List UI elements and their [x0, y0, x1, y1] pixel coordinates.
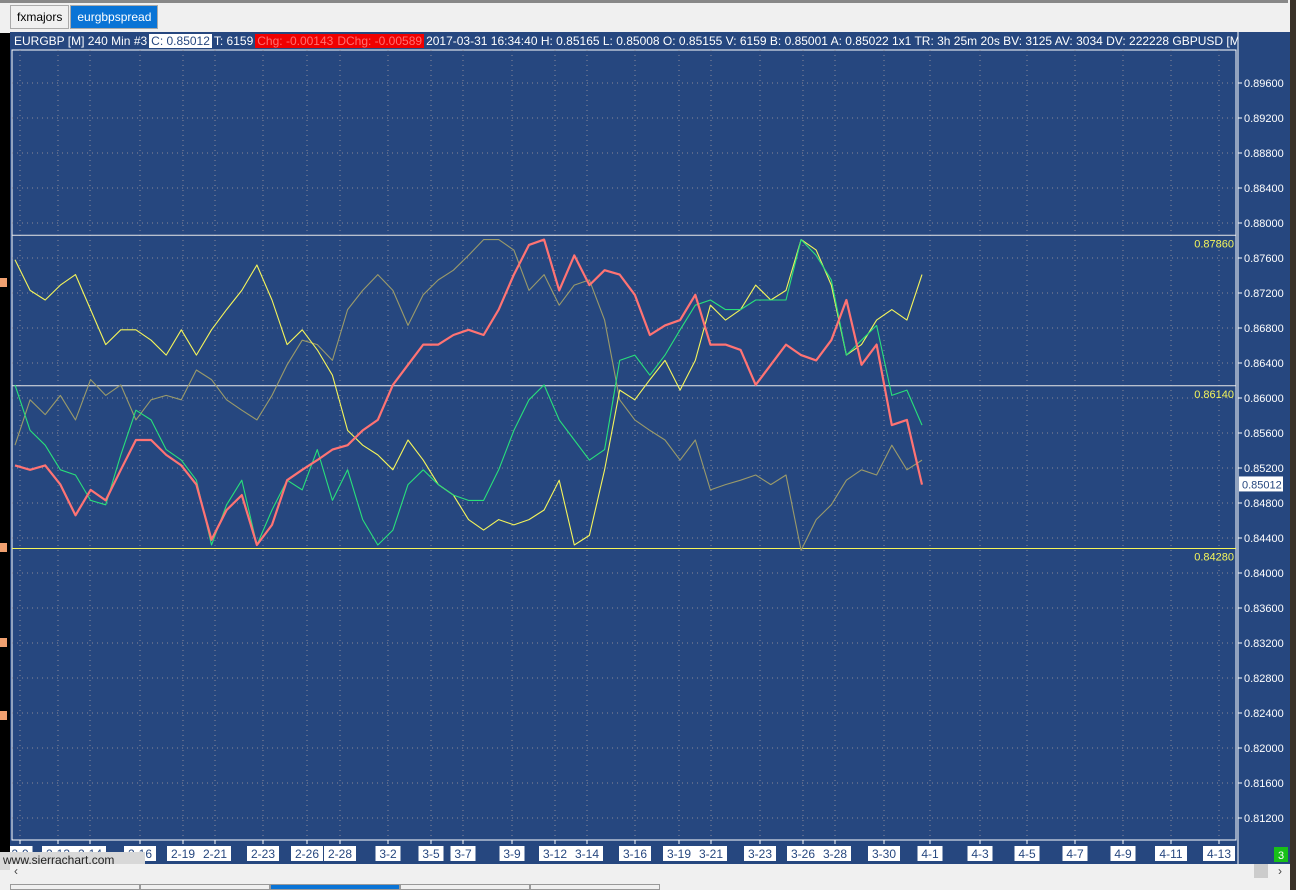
y-tick-label: 0.84800	[1244, 498, 1284, 510]
scroll-thumb[interactable]	[1254, 864, 1268, 878]
series-line-green	[14, 239, 923, 546]
x-tick-label: 3-21	[699, 847, 723, 861]
horizontal-line-label: 0.84280	[1194, 552, 1234, 564]
y-tick-label: 0.89600	[1244, 78, 1284, 90]
y-tick-label: 0.83600	[1244, 603, 1284, 615]
plot-border	[11, 49, 1237, 841]
x-tick-label: 2-26	[295, 847, 319, 861]
x-tick-label: 4-1	[921, 847, 939, 861]
x-tick-label: 4-9	[1114, 847, 1132, 861]
y-tick-label: 0.86400	[1244, 358, 1284, 370]
change-value: Chg: -0.00143	[255, 34, 336, 48]
y-tick-label: 0.84000	[1244, 568, 1284, 580]
y-tick-label: 0.88800	[1244, 148, 1284, 160]
price-tag-marker	[0, 711, 7, 720]
horizontal-line-label: 0.87860	[1194, 238, 1234, 250]
y-tick-label: 0.81600	[1244, 778, 1284, 790]
horizontal-scrollbar[interactable]: ‹ ›	[10, 864, 1288, 880]
x-tick-label: 3-23	[748, 847, 772, 861]
x-tick-label: 3-7	[454, 847, 472, 861]
y-tick-label: 0.86000	[1244, 393, 1284, 405]
y-tick-label: 0.84400	[1244, 533, 1284, 545]
price-tag-marker	[0, 543, 7, 552]
tab-fxmajors[interactable]: fxmajors	[10, 5, 70, 29]
y-tick-label: 0.82800	[1244, 673, 1284, 685]
chartbook-tabs: fxmajors eurgbpspread	[10, 5, 159, 29]
bottom-tab[interactable]	[270, 884, 400, 890]
tab-eurgbpspread[interactable]: eurgbpspread	[70, 5, 159, 29]
daily-change-value: DChg: -0.00589	[335, 34, 425, 48]
window-border	[0, 0, 1288, 3]
bottom-tab[interactable]	[140, 884, 270, 890]
price-chart[interactable]: 0.89600 0.89200 0.88800 0.88400 0.88000 0.876…	[10, 32, 1290, 864]
close-value: C: 0.85012	[149, 34, 212, 48]
bottom-tab[interactable]	[400, 884, 530, 890]
x-tick-label: 4-7	[1066, 847, 1084, 861]
corner-badge: 3	[1278, 850, 1284, 862]
x-tick-label: 2-19	[171, 847, 195, 861]
y-tick-label: 0.87200	[1244, 288, 1284, 300]
series-line-yellow	[14, 239, 923, 546]
y-tick-label: 0.86800	[1244, 323, 1284, 335]
x-tick-label: 3-30	[872, 847, 896, 861]
adjacent-chart-strip	[0, 33, 10, 863]
desktop-edge	[1290, 0, 1296, 890]
series-line-gray	[14, 239, 923, 551]
y-tick-label: 0.88400	[1244, 183, 1284, 195]
x-tick-label: 4-11	[1159, 847, 1182, 861]
bottom-tab[interactable]	[10, 884, 140, 890]
trades-value: T: 6159	[213, 34, 254, 48]
price-tag-marker	[0, 638, 7, 647]
y-tick-label: 0.81200	[1244, 813, 1284, 825]
chart-info-bar: EURGBP [M] 240 Min #3 C: 0.85012 T: 6159…	[12, 33, 1238, 49]
x-tick-label: 3-19	[667, 847, 691, 861]
price-tag-marker	[0, 278, 7, 287]
x-tick-label: 3-28	[823, 847, 847, 861]
x-tick-label: 3-12	[543, 847, 567, 861]
y-tick-label: 0.82000	[1244, 743, 1284, 755]
x-tick-label: 4-13	[1207, 847, 1231, 861]
series-line-eurgbp	[14, 238, 924, 547]
x-tick-label: 3-5	[422, 847, 440, 861]
chart-canvas[interactable]: 0.89600 0.89200 0.88800 0.88400 0.88000 0.876…	[10, 32, 1290, 864]
bottom-tab[interactable]	[530, 884, 660, 890]
bar-details: 2017-03-31 16:34:40 H: 0.85165 L: 0.8500…	[426, 34, 1238, 48]
bottom-tab-strip	[10, 884, 1288, 890]
scroll-left-icon[interactable]: ‹	[14, 864, 18, 878]
y-tick-label: 0.85200	[1244, 463, 1284, 475]
x-tick-label: 3-9	[503, 847, 521, 861]
horizontal-line-label: 0.86140	[1194, 389, 1234, 401]
x-tick-label: 3-14	[575, 847, 599, 861]
x-tick-label: 4-3	[971, 847, 989, 861]
current-price-label: 0.85012	[1242, 479, 1282, 491]
y-tick-label: 0.89200	[1244, 113, 1284, 125]
x-tick-label: 4-5	[1018, 847, 1036, 861]
y-tick-label: 0.88000	[1244, 218, 1284, 230]
x-tick-label: 3-26	[791, 847, 815, 861]
y-tick-label: 0.82400	[1244, 708, 1284, 720]
x-tick-label: 3-16	[623, 847, 647, 861]
symbol-label: EURGBP [M] 240 Min #3	[14, 34, 148, 48]
y-tick-label: 0.85600	[1244, 428, 1284, 440]
y-tick-label: 0.87600	[1244, 253, 1284, 265]
x-tick-label: 3-2	[379, 847, 397, 861]
x-tick-label: 2-28	[328, 847, 352, 861]
x-tick-label: 2-23	[251, 847, 275, 861]
x-tick-label: 2-21	[203, 847, 227, 861]
scroll-right-icon[interactable]: ›	[1278, 864, 1282, 878]
y-tick-label: 0.83200	[1244, 638, 1284, 650]
